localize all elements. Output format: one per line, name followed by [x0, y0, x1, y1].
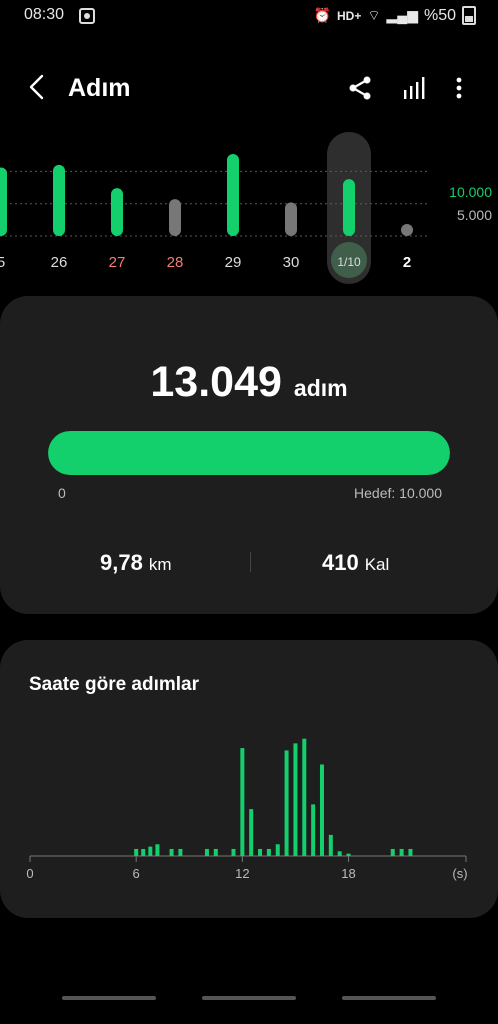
day-bar-29[interactable] [227, 153, 239, 236]
ref-label-5000: 5.000 [456, 207, 492, 223]
alarm-icon: ⏰ [313, 7, 331, 23]
hour-bar [213, 848, 218, 856]
hour-bar [148, 846, 153, 856]
day-label-30[interactable]: 30 [271, 254, 311, 271]
hourly-steps-card: Saate göre adımlar 0 6 12 18 (s) [0, 640, 498, 918]
hour-bar [204, 848, 209, 856]
day-bar-26[interactable] [53, 164, 65, 236]
x-tick-label: 0 [26, 866, 33, 881]
progress-min-label: 0 [58, 485, 66, 501]
hour-bar [284, 750, 289, 856]
steps-progress-bar [48, 431, 450, 475]
back-arrow-icon[interactable] [22, 72, 52, 102]
hour-bar [169, 848, 174, 856]
day-label-29[interactable]: 29 [213, 254, 253, 271]
hour-bar [249, 809, 254, 856]
distance-value: 9,78 [100, 550, 143, 575]
page-title: Adım [68, 74, 131, 102]
x-tick-label: 6 [133, 866, 140, 881]
chart-bars-icon[interactable] [401, 74, 429, 102]
hour-bar [346, 853, 351, 856]
battery-percent: %50 [423, 6, 456, 24]
hour-bar [134, 848, 139, 856]
day-bar-1/10[interactable] [343, 179, 355, 236]
status-bar: 08:30 ⏰ HD+ ⌔ ▂▄▆ %50 [0, 0, 498, 32]
day-label-26[interactable]: 26 [39, 254, 79, 271]
hour-bar [311, 804, 316, 856]
day-label-28[interactable]: 28 [155, 254, 195, 271]
nav-home-button[interactable] [202, 996, 296, 1000]
hour-bar [319, 764, 324, 856]
calories-stat: 410 Kal [322, 550, 389, 576]
calories-unit: Kal [364, 555, 390, 574]
share-icon[interactable] [346, 74, 374, 102]
day-bar-5[interactable] [0, 167, 7, 236]
hour-bar [266, 848, 271, 856]
steps-progress-fill [48, 431, 450, 475]
day-label-27[interactable]: 27 [97, 254, 137, 271]
more-options-icon[interactable] [448, 74, 470, 102]
hour-bar [328, 834, 333, 856]
signal-icon: ▂▄▆ [386, 7, 418, 23]
day-bar-27[interactable] [111, 188, 123, 236]
hour-bar [178, 848, 183, 856]
x-tick-label: 18 [341, 866, 355, 881]
screen-recorder-icon [79, 8, 95, 24]
day-label-2[interactable]: 2 [387, 254, 427, 271]
steps-value: 13.049 [150, 358, 282, 406]
hour-bar [141, 848, 146, 856]
nav-recents-button[interactable] [62, 996, 156, 1000]
hour-bar [337, 851, 342, 856]
hour-bar [408, 848, 413, 856]
status-time: 08:30 [24, 6, 65, 23]
day-label-5[interactable]: 5 [0, 254, 21, 271]
day-bar-28[interactable] [169, 199, 181, 236]
distance-unit: km [148, 555, 172, 574]
hour-bar [390, 848, 395, 856]
day-bar-2[interactable] [401, 224, 413, 236]
status-icons: ⏰ HD+ ⌔ ▂▄▆ %50 [314, 6, 476, 25]
hour-bar [155, 844, 160, 856]
app-bar: Adım [0, 60, 498, 116]
goal-label: Hedef: 10.000 [354, 485, 442, 501]
ref-label-10000: 10.000 [449, 184, 492, 200]
hour-bar [275, 844, 280, 856]
x-axis-unit: (s) [452, 866, 467, 881]
x-tick-label: 12 [235, 866, 249, 881]
day-bar-30[interactable] [285, 202, 297, 236]
hour-bar [399, 848, 404, 856]
system-nav-bar [0, 984, 498, 1024]
steps-total: 13.049 adım [0, 358, 498, 407]
distance-stat: 9,78 km [100, 550, 172, 576]
daily-summary-card: 13.049 adım 0 Hedef: 10.000 9,78 km 410 Kal [0, 296, 498, 614]
nav-back-button[interactable] [342, 996, 436, 1000]
network-label: HD+ [337, 8, 362, 23]
hour-bar [293, 743, 298, 856]
hour-bar [258, 848, 263, 856]
calories-value: 410 [322, 550, 359, 575]
weekly-steps-chart[interactable]: 5 26 27 28 29 30 1/10 2 10.000 5.000 [0, 130, 498, 290]
steps-unit: adım [293, 375, 348, 401]
stat-divider [250, 552, 251, 572]
hour-bar [231, 848, 236, 856]
hour-bar [240, 748, 245, 856]
wifi-icon: ⌔ [367, 6, 381, 23]
hour-bar [302, 738, 307, 856]
day-label-1/10[interactable]: 1/10 [329, 255, 369, 269]
battery-icon [462, 6, 476, 25]
hourly-steps-chart: 0 6 12 18 (s) [26, 738, 468, 881]
